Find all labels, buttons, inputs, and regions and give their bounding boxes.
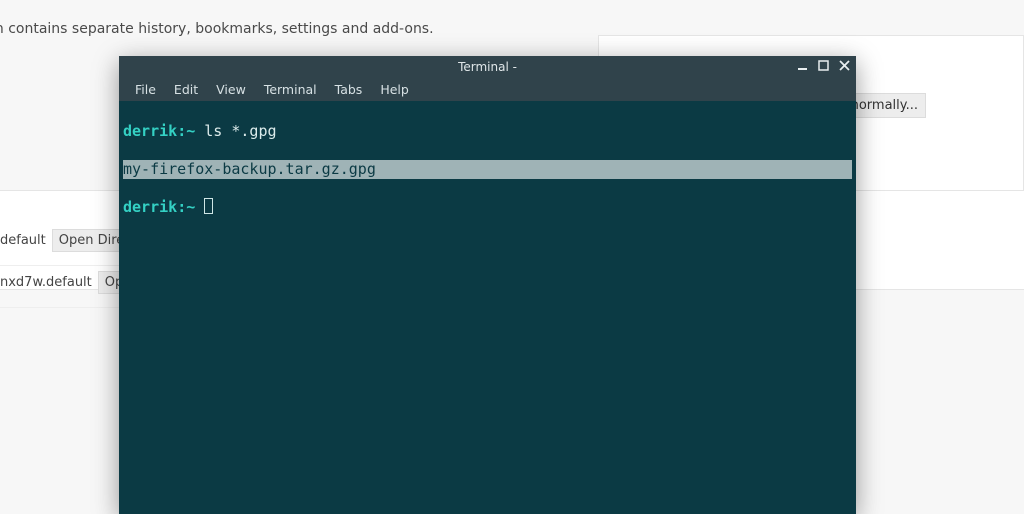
menu-view[interactable]: View (208, 80, 254, 99)
restart-normally-label: normally... (851, 98, 918, 113)
intro-text: rld which contains separate history, boo… (0, 21, 434, 37)
prompt-path: ~ (186, 198, 195, 216)
prompt-path: ~ (186, 122, 195, 140)
window-controls (795, 58, 852, 73)
command-text: ls *.gpg (195, 122, 276, 140)
prompt-sep: : (177, 122, 186, 140)
profile-name: default (0, 233, 46, 248)
maximize-icon (818, 60, 829, 71)
minimize-button[interactable] (795, 58, 810, 73)
titlebar[interactable]: Terminal - (119, 56, 856, 77)
menu-file[interactable]: File (127, 80, 164, 99)
close-icon (839, 60, 850, 71)
terminal-line-2: my-firefox-backup.tar.gz.gpg (123, 160, 852, 179)
menubar: File Edit View Terminal Tabs Help (119, 77, 856, 101)
selected-output: my-firefox-backup.tar.gz.gpg (123, 160, 852, 179)
terminal-window: Terminal - File Edit View T (119, 56, 856, 514)
cursor (204, 198, 213, 214)
minimize-icon (797, 60, 808, 71)
prompt-user: derrik (123, 122, 177, 140)
prompt-user: derrik (123, 198, 177, 216)
terminal-line-1: derrik:~ ls *.gpg (123, 122, 852, 141)
menu-edit[interactable]: Edit (166, 80, 206, 99)
menu-terminal[interactable]: Terminal (256, 80, 325, 99)
menu-help[interactable]: Help (372, 80, 417, 99)
profile-name: nxd7w.default (0, 275, 92, 290)
terminal-body[interactable]: derrik:~ ls *.gpg my-firefox-backup.tar.… (119, 101, 856, 514)
window-title: Terminal - (119, 60, 856, 74)
maximize-button[interactable] (816, 58, 831, 73)
prompt-sep: : (177, 198, 186, 216)
menu-tabs[interactable]: Tabs (327, 80, 371, 99)
terminal-line-3: derrik:~ (123, 198, 852, 217)
close-button[interactable] (837, 58, 852, 73)
